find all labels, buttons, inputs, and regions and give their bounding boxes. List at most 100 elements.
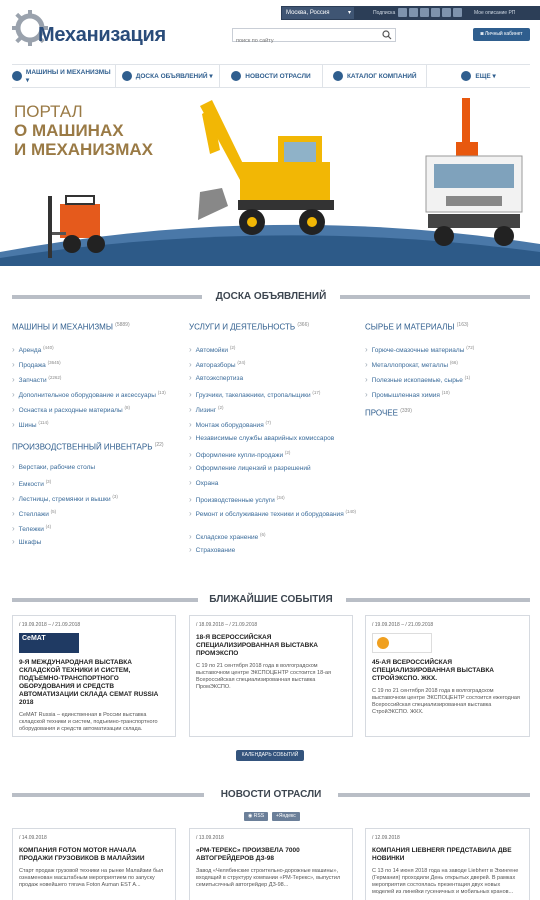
item-label: Лестницы, стремянки и вышки xyxy=(18,496,111,504)
site-logo-text[interactable]: Механизация xyxy=(38,24,166,47)
list-item[interactable]: Производственные услуги (34) xyxy=(189,490,359,505)
odnoklassniki-icon[interactable] xyxy=(420,8,429,17)
list-item[interactable]: Промышленная химия (10) xyxy=(365,385,530,400)
facebook-icon[interactable] xyxy=(409,8,418,17)
events-heading: БЛИЖАЙШИЕ СОБЫТИЯ xyxy=(12,593,530,607)
profile-link[interactable]: Мое описание РП xyxy=(474,7,515,19)
yandex-label: Яндекс xyxy=(278,813,296,819)
list-item[interactable]: Верстаки, рабочие столы xyxy=(12,459,182,474)
list-item[interactable]: Оснастка и расходные материалы (8) xyxy=(12,400,182,415)
news-card[interactable]: / 13.09.2018 «РМ-ТЕРЕКС» ПРОИЗВЕЛА 7000 … xyxy=(189,828,353,900)
list-item[interactable]: Продажа (3645) xyxy=(12,355,182,370)
list-item[interactable]: Автоэкспертиза xyxy=(189,370,359,385)
cabinet-button[interactable]: ◙ Личный кабинет xyxy=(473,28,530,41)
search-icon[interactable] xyxy=(382,30,392,40)
youtube-icon[interactable] xyxy=(453,8,462,17)
list-item[interactable]: Запчасти (2262) xyxy=(12,370,182,385)
list-item[interactable]: Грузчики, такелажники, стропальщики (17) xyxy=(189,385,359,400)
nav-board[interactable]: Доска объявлений ▾ xyxy=(116,65,220,87)
list-item[interactable]: Автомойки (2) xyxy=(189,340,359,355)
item-count: (17) xyxy=(312,389,321,395)
news-title[interactable]: КОМПАНИЯ FOTON MOTOR НАЧАЛА ПРОДАЖИ ГРУЗ… xyxy=(19,847,169,863)
nav-label: Каталог компаний xyxy=(346,72,417,80)
category-title[interactable]: МАШИНЫ И МЕХАНИЗМЫ (5889) xyxy=(12,322,182,332)
event-text: CeMAT Russia – единственная в России выс… xyxy=(19,712,158,732)
category-count: (22) xyxy=(154,441,164,448)
cabinet-label: Личный кабинет xyxy=(484,31,523,37)
list-item[interactable]: Охрана xyxy=(189,475,359,490)
news-text: Завод «Челябинские строительно-дорожные … xyxy=(196,868,341,888)
category-list: Аренда (440) Продажа (3645) Запчасти (22… xyxy=(12,340,182,430)
item-label: Верстаки, рабочие столы xyxy=(18,464,96,472)
item-count: (3) xyxy=(112,494,118,500)
item-label: Оформление лицензий и разрешений xyxy=(195,464,311,472)
list-item[interactable]: Металлопрокат, металлы (66) xyxy=(365,355,530,370)
rss-button[interactable]: ◉ RSS xyxy=(244,812,269,821)
event-title[interactable]: 9-Я МЕЖДУНАРОДНАЯ ВЫСТАВКА СКЛАДСКОЙ ТЕХ… xyxy=(19,659,169,707)
section-title: ДОСКА ОБЪЯВЛЕНИЙ xyxy=(215,291,327,302)
search-input[interactable] xyxy=(233,35,379,47)
machine-icon xyxy=(12,71,22,81)
list-item[interactable]: Емкости (3) xyxy=(12,474,182,489)
chevron-down-icon: ▾ xyxy=(347,10,351,16)
list-item[interactable]: Страхование xyxy=(189,542,359,557)
list-item[interactable]: Шины (114) xyxy=(12,415,182,430)
category-title[interactable]: ПРОИЗВОДСТВЕННЫЙ ИНВЕНТАРЬ (22) xyxy=(12,442,182,452)
news-title[interactable]: КОМПАНИЯ LIEBHERR ПРЕДСТАВИЛА ДВЕ НОВИНК… xyxy=(372,847,523,863)
stroyexpo-logo-icon xyxy=(377,637,389,649)
item-count: (24) xyxy=(237,359,246,365)
event-title[interactable]: 45-АЯ ВСЕРОССИЙСКАЯ СПЕЦИАЛИЗИРОВАННАЯ В… xyxy=(372,659,523,683)
event-card[interactable]: / 18.09.2018 – / 21.09.2018 18-Я ВСЕРОСС… xyxy=(189,615,353,737)
list-item[interactable]: Лизинг (2) xyxy=(189,400,359,415)
item-label: Ремонт и обслуживание техники и оборудов… xyxy=(195,510,344,518)
list-item[interactable]: Складское хранение (6) xyxy=(189,527,359,542)
nav-machines[interactable]: Машины и механизмы ▾ xyxy=(12,65,116,87)
list-item[interactable]: Тележки (4) xyxy=(12,519,182,534)
nav-label: Новости отрасли xyxy=(245,72,311,80)
list-item[interactable]: Дополнительное оборудование и аксессуары… xyxy=(12,385,182,400)
nav-news[interactable]: Новости отрасли xyxy=(220,65,324,87)
twitter-icon[interactable] xyxy=(398,8,407,17)
category-label: СЫРЬЕ И МАТЕРИАЛЫ xyxy=(365,322,455,332)
list-item[interactable]: Стеллажи (5) xyxy=(12,504,182,519)
item-count: (140) xyxy=(345,508,357,514)
nav-catalog[interactable]: Каталог компаний xyxy=(323,65,428,87)
list-item[interactable]: Оформление купли-продажи (2) xyxy=(189,445,359,460)
item-count: (2) xyxy=(284,449,291,455)
list-item[interactable]: Полезные ископаемые, сырье (1) xyxy=(365,370,530,385)
category-title[interactable]: ПРОЧЕЕ (339) xyxy=(365,408,530,418)
list-item[interactable]: Авторазборы (24) xyxy=(189,355,359,370)
news-card[interactable]: / 14.09.2018 КОМПАНИЯ FOTON MOTOR НАЧАЛА… xyxy=(12,828,176,900)
event-card[interactable]: / 19.09.2018 – / 21.09.2018 CeMAT 9-Я МЕ… xyxy=(12,615,176,737)
news-card[interactable]: / 12.09.2018 КОМПАНИЯ LIEBHERR ПРЕДСТАВИ… xyxy=(365,828,530,900)
board-heading: ДОСКА ОБЪЯВЛЕНИЙ xyxy=(12,290,530,304)
search-box[interactable] xyxy=(232,28,396,47)
nav-more[interactable]: Еще ▾ xyxy=(427,65,530,87)
news-heading: НОВОСТИ ОТРАСЛИ xyxy=(12,788,530,802)
list-item[interactable]: Оформление лицензий и разрешений xyxy=(189,460,359,475)
list-item[interactable]: Лестницы, стремянки и вышки (3) xyxy=(12,489,182,504)
hero-title: ПОРТАЛ О МАШИНАХ И МЕХАНИЗМАХ xyxy=(14,102,153,159)
category-title[interactable]: СЫРЬЕ И МАТЕРИАЛЫ (163) xyxy=(365,322,530,332)
list-item[interactable]: Монтаж оборудования (7) xyxy=(189,415,359,430)
list-item[interactable]: Аренда (440) xyxy=(12,340,182,355)
category-label: ПРОЧЕЕ xyxy=(365,408,398,418)
event-title[interactable]: 18-Я ВСЕРОССИЙСКАЯ СПЕЦИАЛИЗИРОВАННАЯ ВЫ… xyxy=(196,634,346,658)
category-title[interactable]: УСЛУГИ И ДЕЯТЕЛЬНОСТЬ (366) xyxy=(189,322,359,332)
item-label: Независимые службы аварийных комиссаров xyxy=(195,434,335,442)
category-count: (339) xyxy=(400,407,412,414)
category-label: УСЛУГИ И ДЕЯТЕЛЬНОСТЬ xyxy=(189,322,296,332)
list-item[interactable]: Горюче-смазочные материалы (72) xyxy=(365,340,530,355)
news-title[interactable]: «РМ-ТЕРЕКС» ПРОИЗВЕЛА 7000 АВТОГРЕЙДЕРОВ… xyxy=(196,847,346,863)
item-label: Лизинг xyxy=(195,406,217,414)
list-item[interactable]: Ремонт и обслуживание техники и оборудов… xyxy=(189,505,359,527)
yandex-button[interactable]: +Яндекс xyxy=(272,812,300,821)
calendar-button[interactable]: КАЛЕНДАРЬ СОБЫТИЙ xyxy=(236,750,304,761)
city-selector[interactable]: Москва, Россия ▾ xyxy=(282,7,354,19)
rss-icon[interactable] xyxy=(431,8,440,17)
news-icon xyxy=(231,71,242,81)
event-card[interactable]: / 19.09.2018 – / 21.09.2018 45-АЯ ВСЕРОС… xyxy=(365,615,530,737)
vk-icon[interactable] xyxy=(442,8,451,17)
list-item[interactable]: Шкафы xyxy=(12,534,182,549)
list-item[interactable]: Независимые службы аварийных комиссаров xyxy=(189,430,359,445)
